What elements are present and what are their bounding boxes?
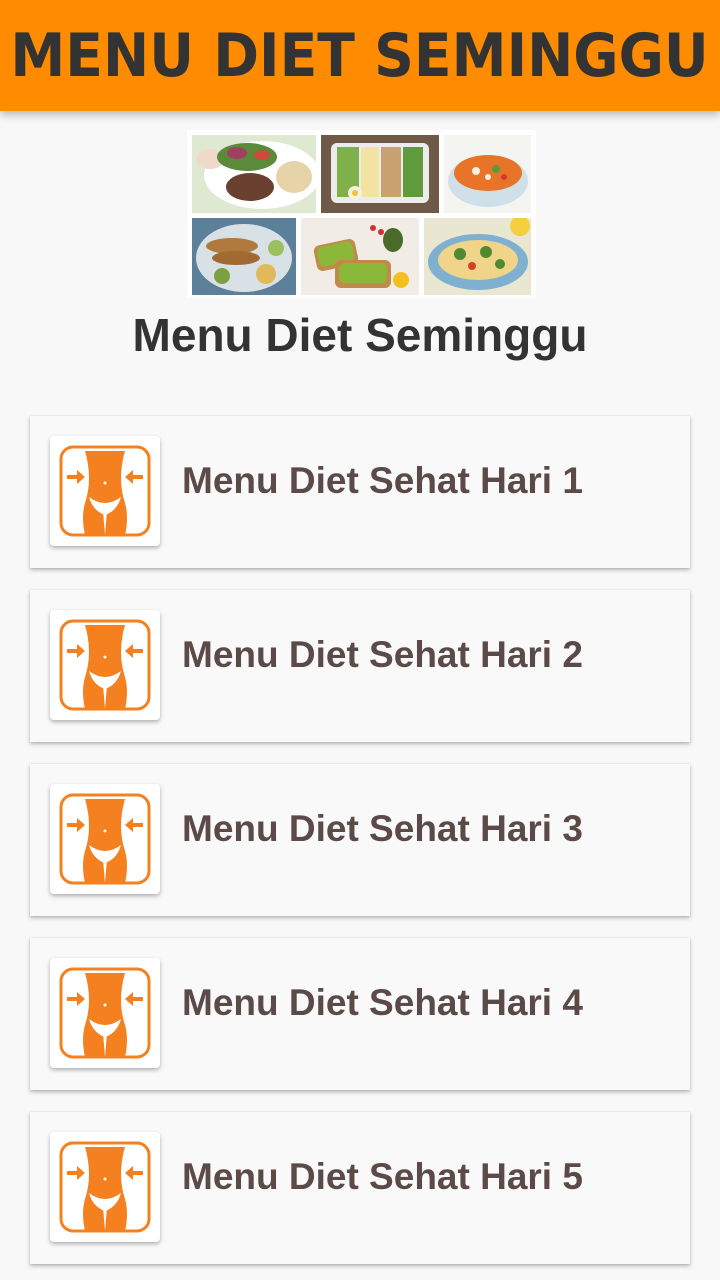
page-title: Menu Diet Seminggu <box>132 309 588 361</box>
food-photo-salad-steak <box>192 135 316 213</box>
slim-waist-icon <box>50 958 160 1068</box>
food-collage-image <box>187 130 536 298</box>
food-photo-pasta-salad <box>424 218 531 295</box>
menu-card-label: Menu Diet Sehat Hari 1 <box>182 460 583 501</box>
menu-card-day-1[interactable]: Menu Diet Sehat Hari 1 <box>30 416 690 568</box>
menu-card-day-4[interactable]: Menu Diet Sehat Hari 4 <box>30 938 690 1090</box>
app-bar: MENU DIET SEMINGGU <box>0 0 720 111</box>
food-photo-fish-plate <box>192 218 296 295</box>
food-photo-cobb-salad <box>321 135 439 213</box>
menu-card-label: Menu Diet Sehat Hari 4 <box>182 982 583 1023</box>
food-photo-avocado-toast <box>301 218 419 295</box>
menu-card-label: Menu Diet Sehat Hari 5 <box>182 1156 583 1197</box>
slim-waist-icon <box>50 784 160 894</box>
slim-waist-icon <box>50 610 160 720</box>
menu-card-day-2[interactable]: Menu Diet Sehat Hari 2 <box>30 590 690 742</box>
menu-card-day-3[interactable]: Menu Diet Sehat Hari 3 <box>30 764 690 916</box>
app-title: MENU DIET SEMINGGU <box>10 20 710 91</box>
menu-card-label: Menu Diet Sehat Hari 2 <box>182 634 583 675</box>
food-photo-vegetable-soup <box>444 135 531 213</box>
slim-waist-icon <box>50 436 160 546</box>
menu-card-day-5[interactable]: Menu Diet Sehat Hari 5 <box>30 1112 690 1264</box>
menu-card-label: Menu Diet Sehat Hari 3 <box>182 808 583 849</box>
slim-waist-icon <box>50 1132 160 1242</box>
